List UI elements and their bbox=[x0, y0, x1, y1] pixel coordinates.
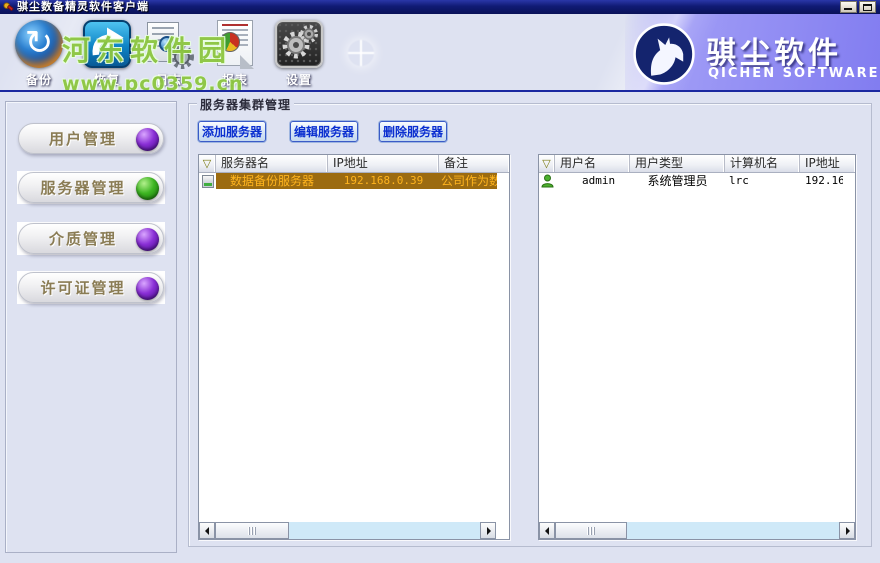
sidebar-item-label: 介质管理 bbox=[48, 230, 117, 248]
led-indicator-purple bbox=[136, 128, 159, 151]
sidebar-item-label: 服务器管理 bbox=[40, 179, 126, 197]
log-icon bbox=[145, 20, 194, 69]
cell-usertype: 系统管理员 bbox=[647, 174, 708, 188]
restore-icon bbox=[83, 20, 131, 68]
left-arrow-icon bbox=[545, 527, 549, 535]
app-icon bbox=[3, 1, 14, 11]
column-header-computer[interactable]: 计算机名 bbox=[725, 155, 800, 172]
user-table-row[interactable]: admin 系统管理员 lrc 192.168.0. bbox=[539, 173, 855, 189]
user-table: ▽ 用户名 用户类型 计算机名 IP地址 admin 系统管理员 lrc 192… bbox=[538, 154, 856, 540]
led-indicator-purple bbox=[136, 228, 159, 251]
brand-name-en: QICHEN SOFTWARE bbox=[708, 66, 880, 81]
sparkle-decoration bbox=[348, 40, 374, 66]
column-header-server-name[interactable]: 服务器名 bbox=[216, 155, 328, 172]
server-row-icon-cell bbox=[199, 173, 216, 189]
sidebar-item-user-management[interactable]: 用户管理 bbox=[18, 123, 164, 154]
minimize-button[interactable] bbox=[840, 1, 857, 13]
left-arrow-icon bbox=[205, 527, 209, 535]
toolbar-label: 恢复 bbox=[93, 73, 120, 87]
toolbar-label: 日志 bbox=[155, 73, 182, 87]
scroll-left-button[interactable] bbox=[539, 522, 555, 539]
vertical-scrollbar-area[interactable] bbox=[843, 173, 855, 522]
delete-server-button[interactable]: 删除服务器 bbox=[379, 121, 447, 142]
scrollbar-thumb[interactable] bbox=[555, 522, 627, 539]
cell-computer: lrc bbox=[729, 174, 749, 187]
app-window: 骐尘数备精灵软件客户端 ↻ 备份 恢复 日志 报表 设置 骐尘软件 QICHEN… bbox=[0, 0, 880, 563]
filter-header-cell[interactable]: ▽ bbox=[539, 155, 555, 172]
toolbar-item-restore[interactable]: 恢复 bbox=[76, 20, 138, 88]
led-indicator-green bbox=[136, 177, 159, 200]
toolbar-label: 备份 bbox=[25, 73, 52, 87]
toolbar-item-settings[interactable]: 设置 bbox=[268, 20, 330, 88]
scrollbar-corner bbox=[496, 522, 509, 539]
scrollbar-track[interactable] bbox=[289, 522, 480, 539]
toolbar-item-backup[interactable]: ↻ 备份 bbox=[8, 20, 70, 88]
vertical-scrollbar-area[interactable] bbox=[497, 173, 509, 522]
title-bar: 骐尘数备精灵软件客户端 bbox=[0, 0, 880, 14]
scrollbar-thumb[interactable] bbox=[215, 522, 289, 539]
scroll-right-button[interactable] bbox=[480, 522, 496, 539]
sidebar-item-media-management[interactable]: 介质管理 bbox=[18, 223, 164, 254]
cell-server-name: 数据备份服务器 bbox=[216, 173, 328, 189]
server-table: ▽ 服务器名 IP地址 备注 数据备份服务器 192.168.0.39 公司作为… bbox=[198, 154, 510, 540]
sidebar-panel: 用户管理 服务器管理 介质管理 许可证管理 bbox=[5, 101, 177, 553]
toolbar: ↻ 备份 恢复 日志 报表 设置 骐尘软件 QICHEN SOFTWARE 河东… bbox=[0, 14, 880, 92]
filter-header-cell[interactable]: ▽ bbox=[199, 155, 216, 172]
maximize-button[interactable] bbox=[859, 1, 876, 13]
user-table-hscrollbar bbox=[539, 522, 855, 539]
toolbar-label: 设置 bbox=[285, 73, 312, 87]
scroll-left-button[interactable] bbox=[199, 522, 215, 539]
right-arrow-icon bbox=[487, 527, 491, 535]
server-cluster-groupbox: 服务器集群管理 添加服务器 编辑服务器 删除服务器 ▽ 服务器名 IP地址 备注… bbox=[188, 96, 872, 547]
toolbar-label: 报表 bbox=[221, 73, 248, 87]
sidebar-item-server-management[interactable]: 服务器管理 bbox=[18, 172, 164, 203]
add-server-button[interactable]: 添加服务器 bbox=[198, 121, 266, 142]
scroll-right-button[interactable] bbox=[839, 522, 855, 539]
user-icon bbox=[540, 174, 554, 188]
groupbox-title: 服务器集群管理 bbox=[197, 96, 295, 113]
column-header-note[interactable]: 备注 bbox=[439, 155, 509, 172]
brand-area: 骐尘软件 QICHEN SOFTWARE bbox=[630, 14, 880, 90]
sidebar-item-license-management[interactable]: 许可证管理 bbox=[18, 272, 164, 303]
cell-server-ip: 192.168.0.39 bbox=[328, 173, 439, 189]
horse-logo-icon bbox=[633, 23, 695, 85]
scrollbar-track[interactable] bbox=[627, 522, 839, 539]
report-icon bbox=[211, 20, 259, 69]
sidebar-item-label: 用户管理 bbox=[48, 130, 117, 148]
right-arrow-icon bbox=[846, 527, 850, 535]
settings-icon bbox=[275, 20, 323, 68]
server-table-row[interactable]: 数据备份服务器 192.168.0.39 公司作为数 bbox=[199, 173, 509, 189]
server-icon bbox=[201, 174, 214, 188]
column-header-usertype[interactable]: 用户类型 bbox=[630, 155, 725, 172]
toolbar-item-log[interactable]: 日志 bbox=[138, 20, 200, 88]
led-indicator-purple bbox=[136, 277, 159, 300]
maximize-icon bbox=[863, 4, 872, 11]
toolbar-item-report[interactable]: 报表 bbox=[204, 20, 266, 88]
user-row-icon-cell bbox=[539, 173, 555, 189]
sidebar-item-label: 许可证管理 bbox=[40, 279, 126, 297]
user-table-header: ▽ 用户名 用户类型 计算机名 IP地址 bbox=[539, 155, 855, 173]
column-header-username[interactable]: 用户名 bbox=[555, 155, 630, 172]
edit-server-button[interactable]: 编辑服务器 bbox=[290, 121, 358, 142]
cell-username: admin bbox=[582, 174, 616, 187]
window-title: 骐尘数备精灵软件客户端 bbox=[17, 0, 149, 13]
backup-icon: ↻ bbox=[15, 20, 63, 68]
minimize-icon bbox=[844, 8, 852, 10]
column-header-ip[interactable]: IP地址 bbox=[328, 155, 439, 172]
server-table-header: ▽ 服务器名 IP地址 备注 bbox=[199, 155, 509, 173]
server-table-hscrollbar bbox=[199, 522, 509, 539]
column-header-user-ip[interactable]: IP地址 bbox=[800, 155, 855, 172]
